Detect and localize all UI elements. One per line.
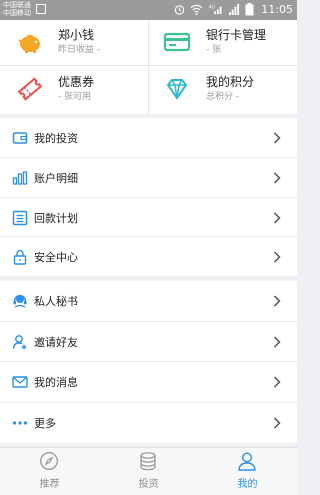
tab-recommend[interactable]: 推荐	[0, 448, 99, 495]
signal-icon	[229, 4, 240, 15]
compass-icon	[40, 452, 58, 470]
card-divider-horizontal	[0, 65, 297, 66]
status-indicators: 4G 11:05	[174, 3, 293, 16]
menu-item-my-messages[interactable]: 我的消息	[0, 362, 297, 403]
tab-mine[interactable]: 我的	[198, 448, 297, 495]
list-icon	[12, 210, 28, 226]
account-summary-cards: 郑小钱 昨日收益 - 银行卡管理 - 张 优惠券 - 张可用 我的积分 总积分 …	[0, 20, 297, 114]
carrier-1: 中国联通	[3, 1, 31, 9]
bank-card-icon	[163, 32, 191, 52]
menu-label: 我的投资	[34, 132, 78, 145]
signal-4g-icon: 4G	[208, 4, 224, 15]
coupons-title: 优惠券	[58, 75, 95, 89]
menu-label: 安全中心	[34, 251, 78, 264]
coupons-available: - 张可用	[58, 92, 92, 102]
menu-label: 私人秘书	[34, 295, 78, 308]
chevron-right-icon	[273, 212, 281, 224]
person-icon	[238, 452, 256, 471]
username: 郑小钱	[58, 28, 95, 42]
menu-item-invite-friends[interactable]: 邀请好友	[0, 322, 297, 362]
card-divider-vertical	[148, 20, 149, 114]
chevron-right-icon	[273, 417, 281, 429]
bank-card-management[interactable]: 银行卡管理 - 张	[149, 20, 297, 67]
coupons-card[interactable]: 优惠券 - 张可用	[0, 67, 148, 114]
tab-label: 推荐	[39, 479, 60, 490]
chevron-right-icon	[273, 172, 281, 184]
menu-item-private-secretary[interactable]: 私人秘书	[0, 281, 297, 322]
coins-icon	[140, 452, 156, 471]
menu-item-repayment-plan[interactable]: 回款计划	[0, 198, 297, 237]
piggy-bank-icon	[18, 35, 40, 53]
carrier-names: 中国联通 中国移动	[3, 1, 31, 17]
points-title: 我的积分	[206, 75, 255, 89]
chevron-right-icon	[273, 336, 281, 348]
lock-icon	[13, 249, 27, 265]
menu-item-more[interactable]: 更多	[0, 403, 297, 443]
tab-invest[interactable]: 投资	[99, 448, 198, 495]
wallet-icon	[12, 132, 28, 144]
points-total: 总积分 -	[206, 92, 240, 102]
menu-label: 邀请好友	[34, 336, 78, 349]
menu-item-account-details[interactable]: 账户明细	[0, 158, 297, 198]
menu-label: 我的消息	[34, 376, 78, 389]
bank-card-count: - 张	[206, 45, 222, 55]
battery-icon	[245, 3, 254, 16]
bar-chart-icon	[12, 171, 28, 185]
chevron-right-icon	[273, 132, 281, 144]
image-notification-icon	[36, 4, 46, 14]
diamond-icon	[166, 79, 188, 100]
menu-label: 回款计划	[34, 212, 78, 225]
chevron-right-icon	[273, 251, 281, 263]
coupon-ticket-icon	[17, 77, 43, 101]
invite-user-icon	[12, 335, 27, 350]
menu-group-service: 私人秘书 邀请好友 我的消息 更多	[0, 281, 297, 443]
more-dots-icon	[12, 421, 28, 425]
menu-group-account: 我的投资 账户明细 回款计划 安全中心	[0, 118, 297, 276]
yesterday-earnings: 昨日收益 -	[58, 45, 101, 55]
menu-item-my-investments[interactable]: 我的投资	[0, 118, 297, 158]
clock: 11:05	[261, 3, 293, 16]
carrier-2: 中国移动	[3, 9, 31, 17]
network-type: 4G	[209, 5, 216, 11]
menu-item-security-center[interactable]: 安全中心	[0, 237, 297, 276]
menu-label: 账户明细	[34, 172, 78, 185]
bottom-tab-bar: 推荐 投资 我的	[0, 447, 297, 495]
wifi-icon	[190, 4, 203, 15]
bank-card-title: 银行卡管理	[206, 28, 267, 42]
profile-card[interactable]: 郑小钱 昨日收益 -	[0, 20, 148, 67]
mail-icon	[12, 376, 28, 388]
alarm-icon	[174, 4, 185, 15]
headset-icon	[13, 294, 27, 308]
chevron-right-icon	[273, 295, 281, 307]
menu-label: 更多	[34, 417, 56, 430]
chevron-right-icon	[273, 376, 281, 388]
points-card[interactable]: 我的积分 总积分 -	[149, 67, 297, 114]
tab-label: 投资	[138, 479, 159, 490]
status-bar: 中国联通 中国移动 4G 11:05	[0, 0, 297, 20]
tab-label: 我的	[237, 479, 258, 490]
